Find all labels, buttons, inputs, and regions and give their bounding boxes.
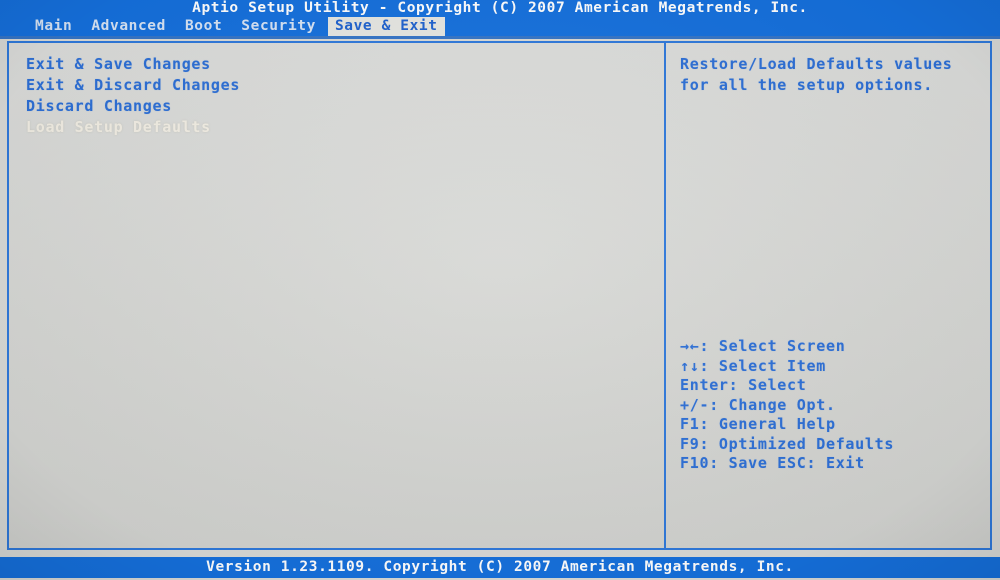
options-list: Exit & Save Changes Exit & Discard Chang…: [9, 43, 664, 548]
key-legend-change-opt: +/-: Change Opt.: [680, 395, 836, 414]
title-bar: Aptio Setup Utility - Copyright (C) 2007…: [0, 0, 1000, 17]
option-load-setup-defaults[interactable]: Load Setup Defaults: [26, 117, 664, 138]
key-legend-select-item: ↑↓: Select Item: [680, 356, 826, 375]
tab-advanced[interactable]: Advanced: [84, 17, 173, 36]
option-exit-and-save-changes[interactable]: Exit & Save Changes: [26, 54, 664, 75]
key-legend-save-exit: F10: Save ESC: Exit: [680, 454, 865, 472]
key-legend-general-help: F1: General Help: [680, 415, 836, 433]
tab-boot[interactable]: Boot: [178, 17, 229, 36]
key-legend-select-screen: →←: Select Screen: [680, 337, 846, 355]
help-pane: Restore/Load Defaults values for all the…: [666, 43, 990, 548]
menu-bar-underline: [0, 36, 1000, 39]
tab-main[interactable]: Main: [28, 17, 79, 36]
help-text-line-1: Restore/Load Defaults values: [680, 55, 953, 73]
tab-save-and-exit[interactable]: Save & Exit: [327, 17, 445, 36]
bios-setup-screen: Aptio Setup Utility - Copyright (C) 2007…: [0, 0, 1000, 580]
menu-bar: Main Advanced Boot Security Save & Exit: [0, 17, 1000, 36]
footer-bar: Version 1.23.1109. Copyright (C) 2007 Am…: [0, 557, 1000, 578]
content-frame: Exit & Save Changes Exit & Discard Chang…: [7, 41, 992, 550]
help-text-line-2: for all the setup options.: [680, 76, 933, 94]
key-legend-optimized-defaults: F9: Optimized Defaults: [680, 434, 895, 453]
option-exit-and-discard-changes[interactable]: Exit & Discard Changes: [26, 75, 664, 96]
option-discard-changes[interactable]: Discard Changes: [26, 96, 664, 117]
key-legend: →←: Select Screen ↑↓: Select Item Enter:…: [680, 337, 990, 474]
key-legend-enter-select: Enter: Select: [680, 376, 807, 394]
tab-security[interactable]: Security: [234, 17, 323, 36]
